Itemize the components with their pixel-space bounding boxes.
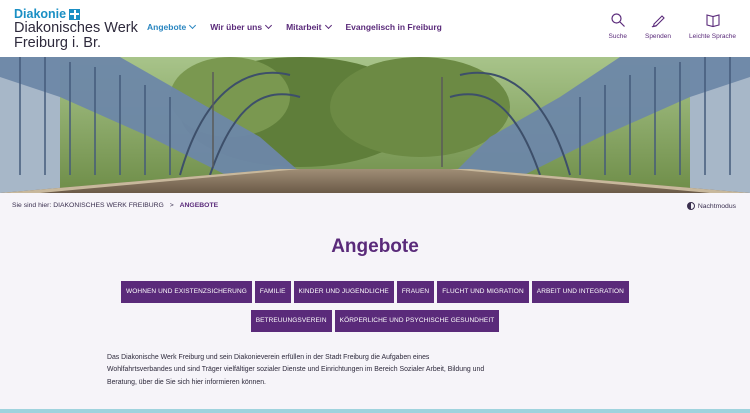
nav-item-angebote[interactable]: Angebote (147, 21, 197, 32)
bottom-accent-bar (0, 409, 750, 413)
logo-line-1: Diakonisches Werk (14, 19, 138, 36)
nav-item-wir-ueber-uns[interactable]: Wir über uns (210, 21, 273, 32)
breadcrumb-home-link[interactable]: DIAKONISCHES WERK FREIBURG (53, 202, 164, 209)
hero-image-bridge (0, 57, 750, 193)
main-nav: Angebote Wir über uns Mitarbeit Evangeli… (147, 21, 457, 32)
logo-brand-text: Diakonie (14, 7, 67, 21)
nav-item-label: Mitarbeit (286, 22, 322, 32)
category-button-gesundheit[interactable]: KÖRPERLICHE UND PSYCHISCHE GESUNDHEIT (334, 310, 500, 332)
nav-item-label: Evangelisch in Freiburg (345, 22, 442, 32)
nav-item-evangelisch[interactable]: Evangelisch in Freiburg (346, 22, 442, 32)
easy-language-label: Leichte Sprache (689, 33, 736, 40)
donate-button[interactable]: Spenden (645, 12, 671, 40)
category-button-betreuungsverein[interactable]: BETREUUNGSVEREIN (250, 310, 332, 332)
book-icon (705, 14, 720, 28)
site-logo[interactable]: Diakonie Diakonisches Werk Freiburg i. B… (14, 8, 138, 51)
chevron-down-icon (189, 21, 197, 30)
nav-item-label: Wir über uns (210, 22, 263, 32)
nav-item-label: Angebote (147, 22, 187, 32)
page-title: Angebote (331, 236, 419, 257)
night-mode-toggle[interactable]: Nachtmodus (686, 202, 736, 210)
logo-line-2: Freiburg i. Br. (14, 34, 102, 51)
breadcrumb: Sie sind hier: DIAKONISCHES WERK FREIBUR… (12, 202, 218, 209)
breadcrumb-current: ANGEBOTE (179, 202, 219, 209)
category-filter: WOHNEN UND EXISTENZSICHERUNG FAMILIE KIN… (112, 281, 638, 332)
pen-icon (651, 15, 665, 28)
category-button-arbeit[interactable]: ARBEIT UND INTEGRATION (531, 281, 629, 303)
easy-language-button[interactable]: Leichte Sprache (689, 12, 736, 40)
night-mode-label: Nachtmodus (697, 202, 736, 210)
category-button-wohnen[interactable]: WOHNEN UND EXISTENZSICHERUNG (121, 281, 252, 303)
category-button-kinder[interactable]: KINDER UND JUGENDLICHE (293, 281, 394, 303)
intro-text: Das Diakonische Werk Freiburg und sein D… (107, 354, 485, 386)
chevron-down-icon (324, 21, 332, 30)
contrast-icon (686, 202, 695, 210)
category-button-familie[interactable]: FAMILIE (254, 281, 291, 303)
breadcrumb-prefix: Sie sind hier: (12, 202, 52, 209)
search-button[interactable]: Suche (609, 12, 627, 40)
search-label: Suche (608, 33, 627, 40)
donate-label: Spenden (644, 33, 672, 40)
nav-item-mitarbeit[interactable]: Mitarbeit (286, 21, 332, 32)
category-button-flucht[interactable]: FLUCHT UND MIGRATION (437, 281, 529, 303)
bridge-photo (0, 57, 750, 193)
header-tools: Suche Spenden Leichte Sprache (609, 12, 736, 40)
breadcrumb-separator: > (169, 202, 174, 209)
search-icon (611, 13, 625, 27)
site-header: Diakonie Diakonisches Werk Freiburg i. B… (0, 0, 750, 57)
chevron-down-icon (265, 21, 273, 30)
category-button-frauen[interactable]: FRAUEN (396, 281, 435, 303)
logo-brand: Diakonie (14, 8, 138, 21)
diakonie-cross-icon (69, 8, 81, 20)
